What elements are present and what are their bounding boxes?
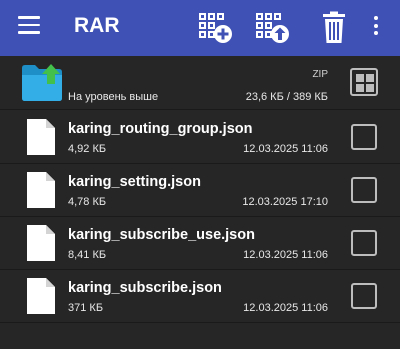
file-name: karing_subscribe_use.json	[68, 227, 255, 243]
file-name: karing_setting.json	[68, 174, 201, 190]
file-icon	[26, 118, 56, 156]
file-row[interactable]: karing_subscribe_use.json 8,41 КБ 12.03.…	[0, 217, 400, 270]
file-icon	[26, 171, 56, 209]
more-vertical-icon[interactable]	[370, 16, 382, 40]
file-date: 12.03.2025 11:06	[243, 249, 328, 261]
parent-folder-row[interactable]	[0, 56, 400, 110]
select-all-grid-icon[interactable]	[350, 68, 378, 96]
file-row[interactable]: karing_subscribe.json 371 КБ 12.03.2025 …	[0, 270, 400, 323]
trash-icon[interactable]	[316, 11, 352, 45]
file-row[interactable]: karing_routing_group.json 4,92 КБ 12.03.…	[0, 111, 400, 164]
archive-extract-icon[interactable]	[255, 11, 291, 45]
folder-up-icon	[20, 62, 64, 102]
file-checkbox[interactable]	[351, 283, 377, 309]
app-title: RAR	[74, 14, 120, 37]
file-date: 12.03.2025 11:06	[243, 302, 328, 314]
file-date: 12.03.2025 11:06	[243, 143, 328, 155]
file-name: karing_subscribe.json	[68, 280, 222, 296]
file-size: 371 КБ	[68, 302, 104, 314]
archive-type-label: ZIP	[312, 69, 328, 80]
parent-folder-label: На уровень выше	[68, 91, 159, 103]
file-date: 12.03.2025 17:10	[242, 196, 328, 208]
archive-add-icon[interactable]	[198, 11, 234, 45]
file-checkbox[interactable]	[351, 177, 377, 203]
file-checkbox[interactable]	[351, 124, 377, 150]
archive-size-label: 23,6 КБ / 389 КБ	[245, 91, 328, 103]
file-row[interactable]: karing_setting.json 4,78 КБ 12.03.2025 1…	[0, 164, 400, 217]
file-size: 8,41 КБ	[68, 249, 107, 261]
file-icon	[26, 277, 56, 315]
file-icon	[26, 224, 56, 262]
app-bar: RAR	[0, 0, 400, 56]
file-checkbox[interactable]	[351, 230, 377, 256]
hamburger-menu-icon[interactable]	[18, 16, 40, 38]
file-size: 4,92 КБ	[68, 143, 107, 155]
file-name: karing_routing_group.json	[68, 121, 253, 137]
file-size: 4,78 КБ	[68, 196, 107, 208]
